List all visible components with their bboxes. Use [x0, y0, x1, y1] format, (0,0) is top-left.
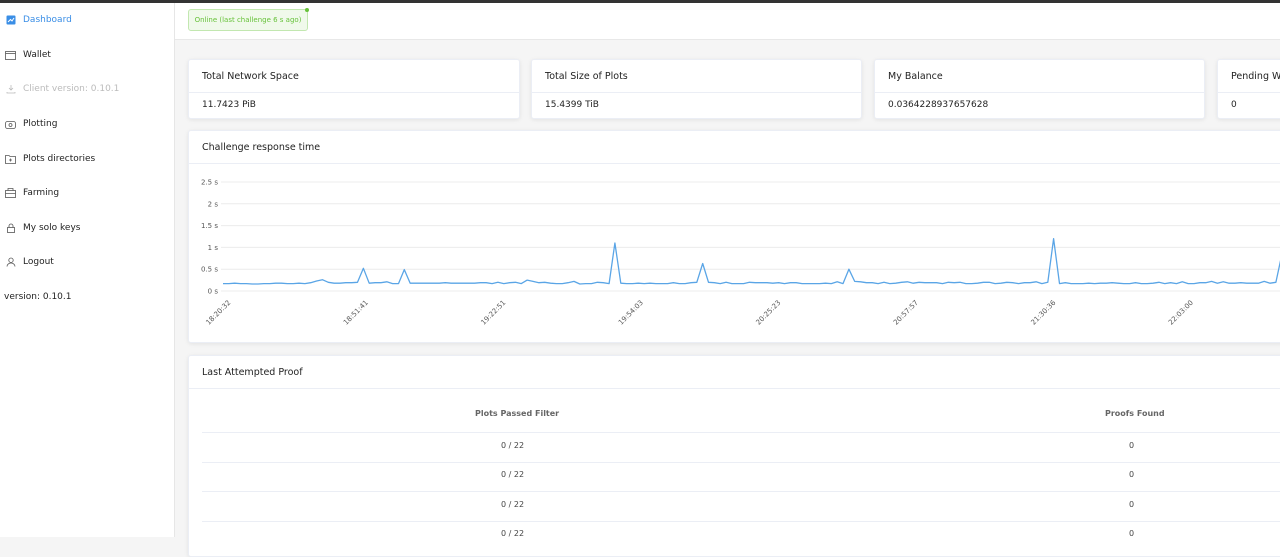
x-tick-label: 19:22:51: [480, 299, 508, 327]
table-cell-proofs-found: 0: [1129, 441, 1135, 450]
stat-value: 0.0364228937657628: [888, 100, 989, 110]
y-tick-label: 1.5 s: [201, 222, 218, 230]
x-tick-label: 22:03:00: [1167, 299, 1195, 327]
x-tick-label: 18:51:41: [342, 299, 370, 327]
table-divider: [202, 521, 1280, 522]
stat-card-plots-size: Total Size of Plots 15.4399 TiB: [531, 59, 862, 119]
chart-card: Challenge response time 0 s 0.5 s 1 s 1.5 s…: [188, 130, 1280, 343]
stat-title: My Balance: [875, 60, 1204, 93]
main-content: Online (last challenge 6 s ago) Total Ne…: [175, 3, 1280, 557]
user-icon: [5, 257, 16, 268]
sidebar-item-dashboard[interactable]: Dashboard: [0, 5, 174, 35]
x-tick-label: 18:20:32: [205, 299, 233, 327]
table-cell-proofs-found: 0: [1129, 500, 1135, 509]
table-cell-proofs-found: 0: [1129, 470, 1135, 479]
farming-icon: [5, 188, 16, 199]
sidebar-item-label: Dashboard: [23, 15, 72, 25]
sidebar-item-label: My solo keys: [23, 223, 81, 233]
sidebar-item-label: Client version: 0.10.1: [23, 84, 120, 94]
sidebar-item-plotting[interactable]: Plotting: [0, 109, 174, 139]
stat-card-pending: Pending Wi 0: [1217, 59, 1280, 119]
stat-card-balance: My Balance 0.0364228937657628: [874, 59, 1205, 119]
sidebar-item-label: Plotting: [23, 119, 58, 129]
lock-icon: [5, 223, 16, 234]
table-divider: [202, 462, 1280, 463]
x-tick-label: 20:57:57: [892, 299, 920, 327]
plotting-icon: [5, 119, 16, 130]
y-tick-label: 2.5 s: [201, 179, 218, 187]
column-header-proofs-found: Proofs Found: [1105, 409, 1165, 418]
sidebar-item-client-version: Client version: 0.10.1: [0, 74, 174, 104]
stat-value: 0: [1231, 100, 1237, 110]
sidebar-item-logout[interactable]: Logout: [0, 247, 174, 277]
x-tick-label: 20:25:23: [755, 299, 783, 327]
sidebar-item-my-solo-keys[interactable]: My solo keys: [0, 213, 174, 243]
chart-title: Challenge response time: [189, 131, 1280, 164]
sidebar-item-farming[interactable]: Farming: [0, 178, 174, 208]
stat-value: 11.7423 PiB: [202, 100, 256, 110]
x-tick-label: 21:30:36: [1030, 298, 1058, 326]
sidebar: Dashboard Wallet Client version: 0.10.1 …: [0, 3, 175, 537]
status-bar: Online (last challenge 6 s ago): [175, 3, 1280, 40]
wallet-icon: [5, 50, 16, 61]
table-cell-plots-passed: 0 / 22: [501, 470, 525, 479]
table-cell-plots-passed: 0 / 22: [501, 441, 525, 450]
proof-card: Last Attempted Proof Plots Passed Filter…: [188, 355, 1280, 557]
sidebar-item-label: Plots directories: [23, 154, 96, 164]
stat-title: Total Size of Plots: [532, 60, 861, 93]
column-header-plots-passed: Plots Passed Filter: [475, 409, 560, 418]
download-icon: [5, 84, 16, 95]
stat-title: Total Network Space: [189, 60, 519, 93]
y-tick-label: 0 s: [208, 288, 219, 296]
stat-card-network-space: Total Network Space 11.7423 PiB: [188, 59, 520, 119]
status-badge: Online (last challenge 6 s ago): [188, 8, 309, 31]
table-cell-plots-passed: 0 / 22: [501, 500, 525, 509]
folder-plus-icon: [5, 154, 16, 165]
series-line: [223, 238, 1280, 285]
proof-title: Last Attempted Proof: [189, 356, 1280, 389]
table-divider: [202, 491, 1280, 492]
table-divider: [202, 432, 1280, 433]
stat-title: Pending Wi: [1218, 60, 1280, 93]
y-tick-label: 1 s: [208, 244, 219, 252]
y-tick-label: 2 s: [208, 200, 219, 208]
sidebar-item-label: Wallet: [23, 50, 51, 60]
dashboard-icon: [5, 15, 16, 26]
stat-value: 15.4399 TiB: [545, 100, 599, 110]
sidebar-item-wallet[interactable]: Wallet: [0, 40, 174, 70]
status-dot: [305, 8, 309, 12]
sidebar-item-label: Logout: [23, 257, 54, 267]
y-tick-label: 0.5 s: [201, 266, 218, 274]
sidebar-version: version: 0.10.1: [4, 292, 72, 302]
sidebar-item-plots-directories[interactable]: Plots directories: [0, 144, 174, 174]
status-text: Online (last challenge 6 s ago): [194, 16, 302, 24]
sidebar-item-label: Farming: [23, 188, 60, 198]
x-tick-label: 19:54:03: [617, 299, 645, 327]
response-time-chart: 0 s 0.5 s 1 s 1.5 s 2 s 2.5 s 18:20:32 18:51:41…: [201, 179, 1280, 327]
